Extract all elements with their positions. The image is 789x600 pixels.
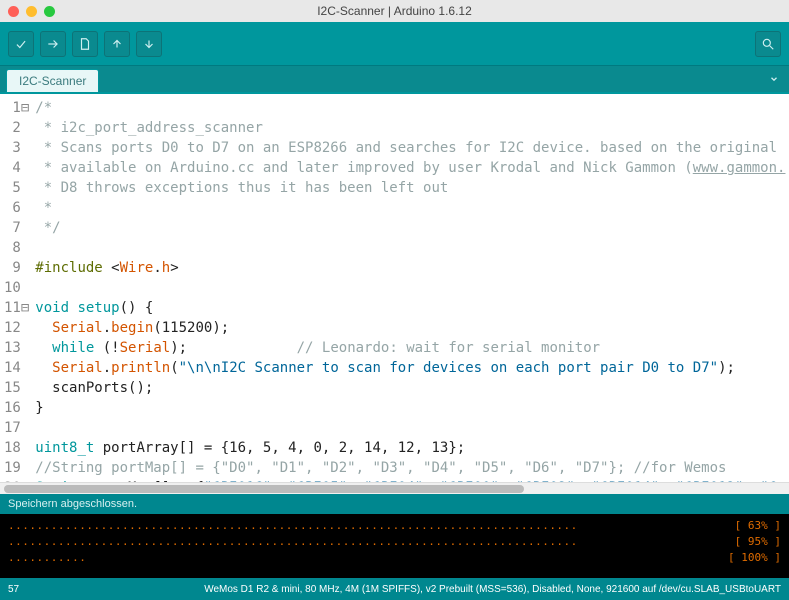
arrow-up-icon: [110, 37, 124, 51]
window-title: I2C-Scanner | Arduino 1.6.12: [0, 4, 789, 18]
console-line: ........................................…: [8, 534, 781, 550]
progress-dots: ........................................…: [8, 534, 578, 550]
scrollbar-thumb[interactable]: [4, 485, 524, 493]
save-button[interactable]: [136, 31, 162, 57]
editor: 1⊟ 2 3 4 5 6 7 8 9 10 11⊟ 12 13 14 15 16…: [0, 94, 789, 494]
status-line: 57: [8, 584, 19, 595]
console-header: Speichern abgeschlossen.: [0, 494, 789, 514]
open-button[interactable]: [104, 31, 130, 57]
status-bar: 57 WeMos D1 R2 & mini, 80 MHz, 4M (1M SP…: [0, 578, 789, 600]
progress-percent: [ 63% ]: [735, 518, 781, 534]
arrow-right-icon: [46, 37, 60, 51]
code-content[interactable]: /* * i2c_port_address_scanner * Scans po…: [35, 98, 789, 478]
file-icon: [78, 37, 92, 51]
new-button[interactable]: [72, 31, 98, 57]
tab-bar: I2C-Scanner: [0, 66, 789, 94]
code-editor[interactable]: 1⊟ 2 3 4 5 6 7 8 9 10 11⊟ 12 13 14 15 16…: [0, 94, 789, 482]
console-line: ........... [ 100% ]: [8, 550, 781, 566]
magnifier-icon: [761, 37, 775, 51]
arrow-down-icon: [142, 37, 156, 51]
line-gutter: 1⊟ 2 3 4 5 6 7 8 9 10 11⊟ 12 13 14 15 16…: [0, 98, 35, 478]
progress-percent: [ 95% ]: [735, 534, 781, 550]
titlebar: I2C-Scanner | Arduino 1.6.12: [0, 0, 789, 22]
toolbar: [0, 22, 789, 66]
check-icon: [14, 37, 28, 51]
console-line: ........................................…: [8, 518, 781, 534]
progress-percent: [ 100% ]: [728, 550, 781, 566]
progress-dots: ........................................…: [8, 518, 578, 534]
tab-menu-button[interactable]: [765, 70, 783, 88]
tab-i2c-scanner[interactable]: I2C-Scanner: [6, 69, 99, 92]
console-output[interactable]: ........................................…: [0, 514, 789, 578]
horizontal-scrollbar[interactable]: [0, 482, 789, 494]
verify-button[interactable]: [8, 31, 34, 57]
upload-button[interactable]: [40, 31, 66, 57]
serial-monitor-button[interactable]: [755, 31, 781, 57]
status-board-info: WeMos D1 R2 & mini, 80 MHz, 4M (1M SPIFF…: [204, 584, 781, 595]
progress-dots: ...........: [8, 550, 86, 566]
chevron-down-icon: [769, 74, 779, 84]
console-status: Speichern abgeschlossen.: [8, 498, 137, 510]
